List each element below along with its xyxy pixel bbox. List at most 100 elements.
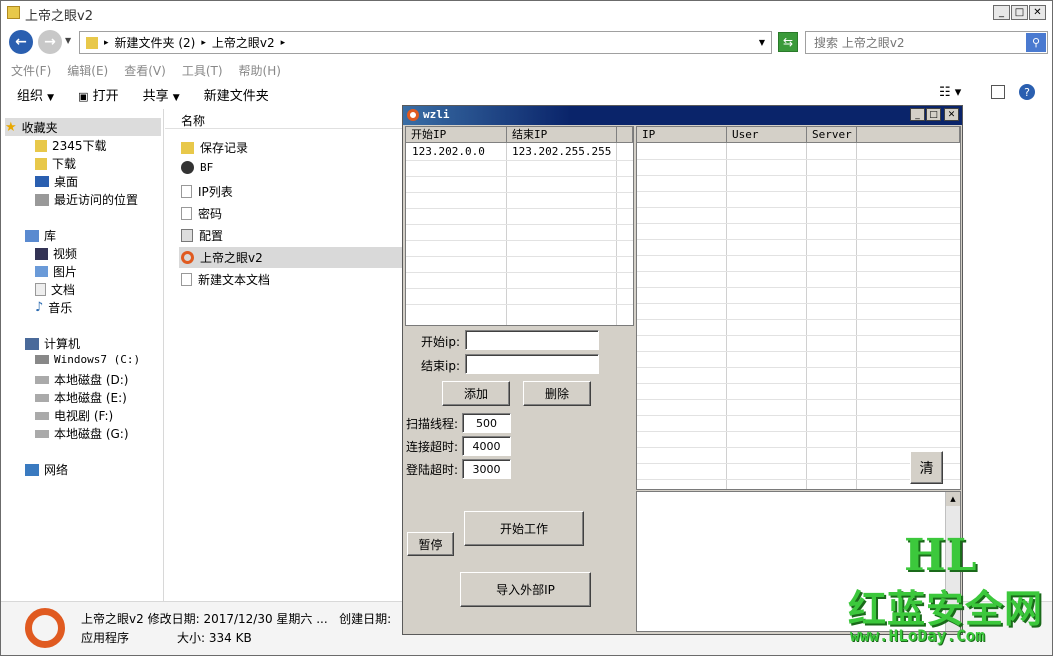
sidebar-item-drive-g[interactable]: 本地磁盘 (G:)	[35, 425, 129, 442]
details-type: 应用程序	[81, 631, 130, 645]
close-button[interactable]: ✕	[1029, 5, 1046, 20]
search-icon[interactable]: ⚲	[1026, 33, 1046, 52]
sidebar-label: 收藏夹	[21, 120, 58, 135]
disc-icon	[181, 161, 194, 174]
list-item[interactable]: 新建文本文档	[181, 271, 270, 288]
maximize-button[interactable]: □	[1011, 5, 1028, 20]
sidebar-item-pictures[interactable]: 图片	[35, 263, 77, 280]
share-button[interactable]: 共享 ▼	[143, 85, 180, 104]
app-logo-icon	[407, 109, 419, 121]
chevron-down-icon: ▼	[47, 92, 55, 103]
table-row[interactable]: 123.202.0.0 123.202.255.255	[406, 144, 633, 160]
breadcrumb-item[interactable]: 上帝之眼v2	[212, 34, 275, 51]
sidebar-item-drive-d[interactable]: 本地磁盘 (D:)	[35, 371, 128, 388]
column-end-ip[interactable]: 结束IP	[507, 127, 617, 143]
menu-edit[interactable]: 编辑(E)	[67, 62, 108, 79]
login-timeout-input[interactable]: 3000	[462, 459, 511, 479]
sidebar-item-desktop[interactable]: 桌面	[35, 173, 78, 190]
sidebar-libraries[interactable]: 库	[25, 227, 56, 244]
config-file-icon	[181, 229, 193, 242]
results-list[interactable]: IP User Server	[636, 126, 961, 490]
file-name: 上帝之眼v2	[200, 251, 263, 265]
breadcrumb-item[interactable]: 新建文件夹 (2)	[115, 34, 196, 51]
refresh-button[interactable]: ⇆	[778, 32, 798, 52]
menu-view[interactable]: 查看(V)	[124, 62, 166, 79]
column-start-ip[interactable]: 开始IP	[406, 127, 507, 143]
preview-pane-icon[interactable]	[991, 85, 1005, 99]
grid-line	[637, 239, 960, 240]
end-ip-label: 结束ip:	[421, 359, 460, 373]
menu-file[interactable]: 文件(F)	[11, 62, 51, 79]
threads-label: 扫描线程:	[406, 417, 459, 431]
address-field[interactable]: ▸ 新建文件夹 (2) ▸ 上帝之眼v2 ▸ ▼	[79, 31, 772, 54]
grid-line	[616, 143, 617, 325]
list-item[interactable]: 密码	[181, 205, 222, 222]
sidebar-item-drive-f[interactable]: 电视剧 (F:)	[35, 407, 113, 424]
app-logo-icon	[25, 608, 65, 648]
pause-button[interactable]: 暂停	[407, 532, 454, 556]
new-folder-button[interactable]: 新建文件夹	[204, 85, 269, 104]
grid-line	[637, 271, 960, 272]
menu-help[interactable]: 帮助(H)	[239, 62, 281, 79]
app-close-button[interactable]: ✕	[944, 108, 959, 121]
sidebar-label: 文档	[51, 283, 76, 297]
delete-button[interactable]: 删除	[523, 381, 591, 406]
sidebar-item-recent[interactable]: 最近访问的位置	[35, 191, 138, 208]
sidebar-item-downloads[interactable]: 下载	[35, 155, 76, 172]
sidebar-item-drive-e[interactable]: 本地磁盘 (E:)	[35, 389, 127, 406]
list-item[interactable]: BF	[181, 161, 213, 174]
sidebar-favorites[interactable]: ★ 收藏夹	[5, 118, 161, 136]
file-name: 保存记录	[200, 141, 249, 155]
sidebar-item-drive-c[interactable]: Windows7 (C:)	[35, 353, 140, 366]
sidebar-item-music[interactable]: ♪ 音乐	[35, 299, 72, 316]
column-server[interactable]: Server	[807, 127, 857, 143]
sidebar-item-videos[interactable]: 视频	[35, 245, 77, 262]
app-maximize-button[interactable]: □	[926, 108, 941, 121]
connect-timeout-input[interactable]: 4000	[462, 436, 511, 456]
open-button[interactable]: ▣ 打开	[78, 85, 119, 104]
organize-button[interactable]: 组织 ▼	[17, 85, 54, 104]
list-item[interactable]: IP列表	[181, 183, 233, 200]
history-dropdown[interactable]: ▼	[65, 36, 71, 45]
sidebar-label: 电视剧 (F:)	[54, 409, 114, 423]
navigation-pane: ★ 收藏夹 2345下载 下载 桌面 最近访问的位置 库 视频 图片 文档 ♪ 音乐…	[1, 109, 164, 601]
help-icon[interactable]: ?	[1019, 84, 1035, 100]
clear-button[interactable]: 清	[910, 451, 943, 484]
app-minimize-button[interactable]: _	[910, 108, 925, 121]
scroll-up-button[interactable]: ▲	[946, 492, 960, 506]
file-name: 新建文本文档	[198, 273, 271, 287]
watermark-line3: www.HLoDay.Com	[850, 626, 985, 645]
sidebar-item-documents[interactable]: 文档	[35, 281, 75, 298]
search-input[interactable]	[812, 34, 1017, 51]
start-ip-input[interactable]	[465, 330, 599, 350]
forward-button[interactable]: →	[38, 30, 62, 54]
grid-line	[637, 399, 960, 400]
end-ip-input[interactable]	[465, 354, 599, 374]
search-box[interactable]: ⚲	[805, 31, 1048, 54]
column-user[interactable]: User	[727, 127, 807, 143]
grid-line	[637, 255, 960, 256]
sidebar-label: 网络	[44, 463, 69, 477]
column-header-name[interactable]: 名称	[165, 109, 405, 129]
threads-input[interactable]: 500	[462, 413, 511, 433]
sidebar-computer[interactable]: 计算机	[25, 335, 80, 352]
start-work-button[interactable]: 开始工作	[464, 511, 584, 546]
view-options-icon[interactable]: ☷ ▾	[939, 85, 961, 100]
list-item[interactable]: 保存记录	[181, 139, 248, 156]
arrow-right-icon: →	[44, 34, 56, 50]
add-button[interactable]: 添加	[442, 381, 510, 406]
back-button[interactable]: ←	[9, 30, 33, 54]
list-item[interactable]: 配置	[181, 227, 223, 244]
menu-tools[interactable]: 工具(T)	[182, 62, 223, 79]
grid-line	[856, 143, 857, 489]
address-dropdown[interactable]: ▼	[759, 38, 765, 47]
app-logo-icon	[181, 251, 194, 264]
import-ip-button[interactable]: 导入外部IP	[460, 572, 591, 607]
sidebar-network[interactable]: 网络	[25, 461, 68, 478]
desktop-icon	[35, 176, 49, 187]
minimize-button[interactable]: _	[993, 5, 1010, 20]
sidebar-item-2345-downloads[interactable]: 2345下载	[35, 137, 107, 154]
list-item-selected[interactable]: 上帝之眼v2	[181, 249, 263, 266]
ip-range-list[interactable]: 开始IP 结束IP 123.202.0.0 123.202.255.255	[405, 126, 634, 326]
column-ip[interactable]: IP	[637, 127, 727, 143]
